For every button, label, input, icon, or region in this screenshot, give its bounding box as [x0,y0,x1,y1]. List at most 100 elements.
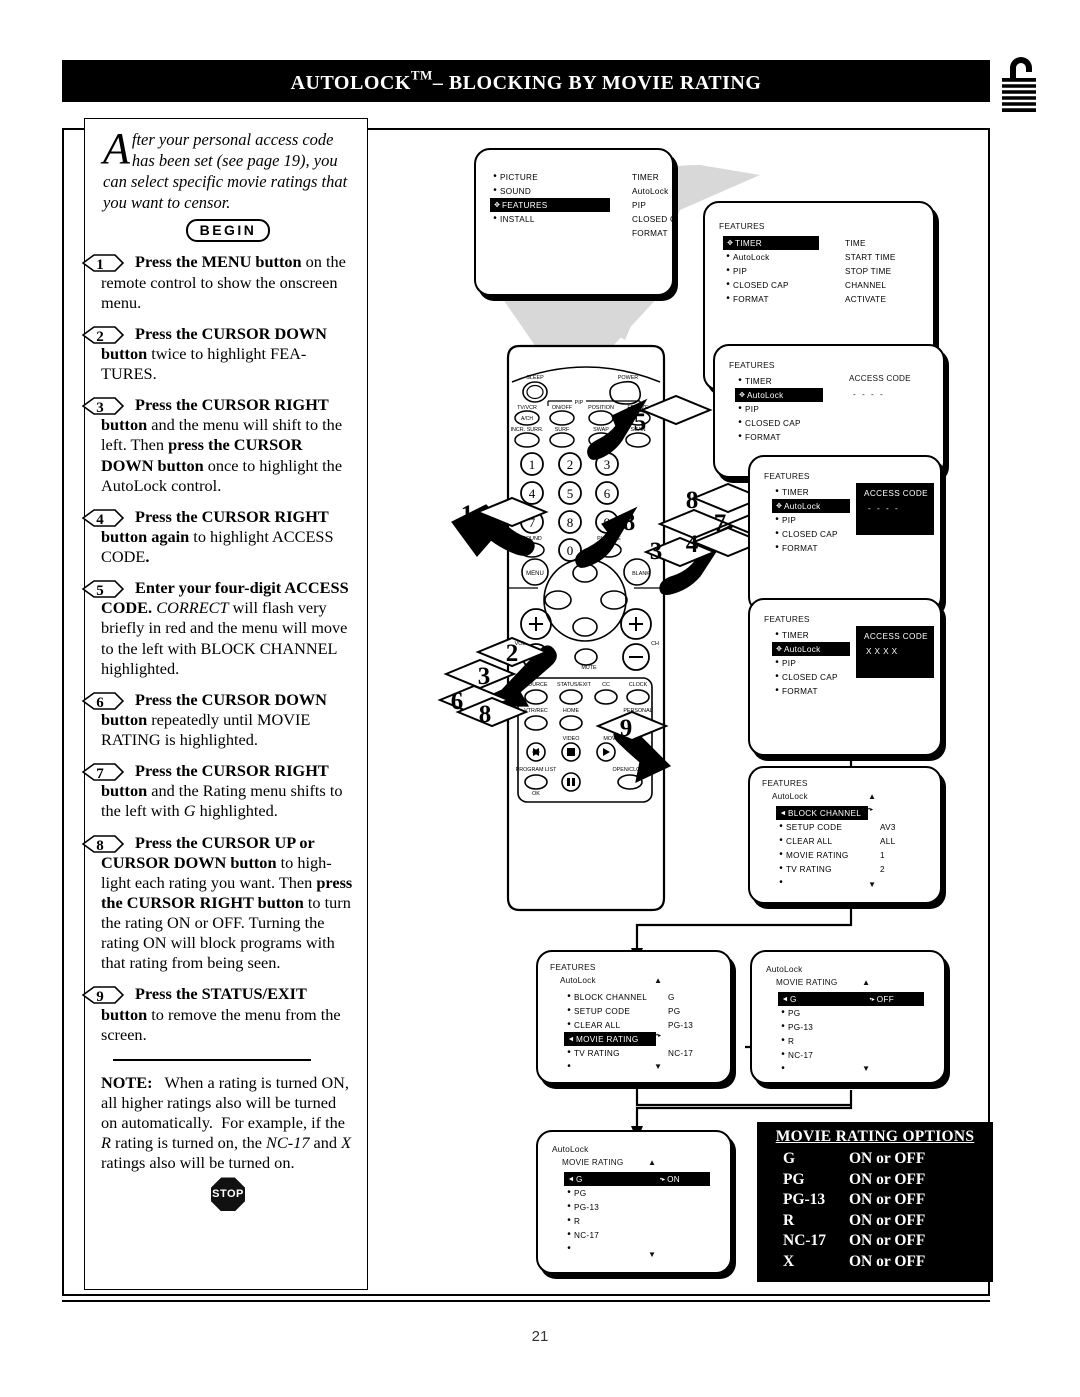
cursor-icon: ◄ [779,809,787,817]
menu-row[interactable]: • R [564,1214,656,1228]
step-number-badge-7: 7 [81,762,125,782]
menu-row-label: PICTURE [500,172,539,182]
step-4: 4 Press the CURSOR RIGHT button again to … [81,507,355,567]
block-channel-header: FEATURES [762,778,808,788]
menu-row[interactable]: • TIMER [772,628,850,642]
svg-text:1: 1 [96,257,104,273]
menu-row[interactable]: • R [778,1034,870,1048]
menu-row[interactable]: • CLEAR ALL ALL [776,834,895,848]
menu-row[interactable]: ✥ TIMER [723,236,819,250]
menu-row[interactable]: • CLEAR ALL PG-13 [564,1018,693,1032]
main-menu-right-label: CLOSED CAP [632,214,672,224]
menu-row[interactable]: • CLOSED CAP [772,527,850,541]
menu-row[interactable]: ✥ AutoLock [772,499,850,513]
bullet-icon: • [726,279,730,290]
features-timer-right-item: START TIME [845,250,896,264]
menu-row-value: NC-17 [668,1048,694,1058]
menu-row-value: 1 [880,850,885,860]
menu-row[interactable]: • CLOSED CAP [723,278,819,292]
menu-row-label: PG [788,1008,801,1018]
menu-row[interactable]: • SETUP CODE AV3 [776,820,895,834]
menu-row[interactable]: ✥ AutoLock [735,388,823,402]
menu-row[interactable]: • PG [778,1006,870,1020]
main-menu-right-item: PIP [632,198,672,212]
intro-paragraph: After your personal access code has been… [101,126,355,213]
menu-row[interactable]: • TIMER [735,374,823,388]
menu-row[interactable]: • FORMAT [772,541,850,555]
main-menu-left-column: • PICTURE • SOUND ✥ FEATURES • INSTALL [490,170,610,240]
movie-rating-options-table: MOVIE RATING OPTIONS G ON or OFF PG ON or O… [757,1122,993,1282]
menu-row[interactable]: • AutoLock [723,250,819,264]
menu-row[interactable]: • FORMAT [772,684,850,698]
menu-row[interactable]: • TV RATING NC-17 [564,1046,693,1060]
bullet-icon: • [781,1049,785,1060]
menu-row[interactable]: • PG-13 [564,1200,656,1214]
menu-row[interactable]: • BLOCK CHANNEL G [564,990,674,1004]
main-menu-right-label: PIP [632,200,647,210]
bullet-icon: • [738,431,742,442]
menu-row-value: AV3 [880,822,896,832]
features-timer-header: FEATURES [719,221,765,231]
menu-row[interactable]: ◄ MOVIE RATING R [564,1032,674,1046]
menu-row[interactable]: • PG-13 [778,1020,870,1034]
bullet-icon: • [738,403,742,414]
menu-row-label: MOVIE RATING [576,1034,639,1044]
menu-row[interactable]: • PIP [772,656,850,670]
access-code-box-empty: ACCESS CODE - - - - [856,483,934,535]
rating-options-row: G ON or OFF [757,1149,993,1170]
menu-row-value: PG [668,1006,681,1016]
bullet-icon: • [775,629,779,640]
menu-row[interactable]: • SETUP CODE PG [564,1004,680,1018]
rating-on-header: AutoLock [552,1144,589,1154]
menu-row[interactable]: ◄ BLOCK CHANNEL AV2 [776,806,895,820]
menu-row[interactable]: • FORMAT [723,292,819,306]
features-timer-right-label: ACTIVATE [845,294,887,304]
menu-row[interactable]: ◄ G •▸ ON [564,1172,710,1186]
rating-options-rating: PG [783,1170,805,1188]
menu-row[interactable]: • SOUND [490,184,610,198]
menu-row-label: PIP [745,404,760,414]
menu-row[interactable]: • TV RATING 2 [776,862,884,876]
access-code-label-plain: ACCESS CODE [849,374,911,383]
menu-row[interactable]: • CLOSED CAP [735,416,823,430]
menu-row[interactable]: ✥ FEATURES [490,198,610,212]
menu-row[interactable]: • NC-17 [778,1048,870,1062]
menu-row-label: G [790,994,797,1004]
bullet-icon: • [493,213,497,224]
main-menu-right-item: FORMAT [632,226,672,240]
menu-row-value: G [668,992,675,1002]
menu-row[interactable]: ◄ G •▸ OFF [778,992,924,1006]
step-number-badge-2: 2 [81,325,125,345]
features-timer-right-item: ACTIVATE [845,292,896,306]
menu-row-label: CLOSED CAP [782,672,838,682]
note-divider [113,1058,312,1061]
access-code-value-plain: - - - - [853,390,885,399]
menu-row[interactable]: • PG [564,1186,656,1200]
menu-row[interactable]: • PIP [723,264,819,278]
screen-autolock-movie-rating: FEATURES AutoLock • BLOCK CHANNEL G • SETUP … [536,950,732,1084]
bullet-icon: • [779,835,783,846]
menu-row-label: PG-13 [574,1202,600,1212]
menu-row[interactable]: • INSTALL [490,212,610,226]
step-text-7: Press the CURSOR RIGHT button and the Ra… [101,761,343,821]
menu-row[interactable]: • PIP [735,402,823,416]
main-menu-right-item: AutoLock [632,184,672,198]
bullet-icon: • [567,1019,571,1030]
features-timer-right-item: STOP TIME [845,264,896,278]
menu-row[interactable]: • FORMAT [735,430,823,444]
menu-row[interactable]: ✥ AutoLock [772,642,850,656]
menu-row[interactable]: • TIMER [772,485,850,499]
menu-row[interactable]: • PICTURE [490,170,610,184]
screen-main-menu: • PICTURE • SOUND ✥ FEATURES • INSTALL TIMER Auto… [474,148,674,296]
menu-row-label: CLOSED CAP [782,529,838,539]
menu-row-value: AV2 [880,808,896,818]
menu-row[interactable]: • MOVIE RATING 1 [776,848,884,862]
menu-row-label: SETUP CODE [786,822,843,832]
bullet-icon: • [775,514,779,525]
step-number-badge-3: 3 [81,396,125,416]
features-timer-right-label: CHANNEL [845,280,887,290]
menu-row[interactable]: • NC-17 [564,1228,656,1242]
menu-row-label: AutoLock [784,501,821,511]
menu-row[interactable]: • CLOSED CAP [772,670,850,684]
menu-row[interactable]: • PIP [772,513,850,527]
